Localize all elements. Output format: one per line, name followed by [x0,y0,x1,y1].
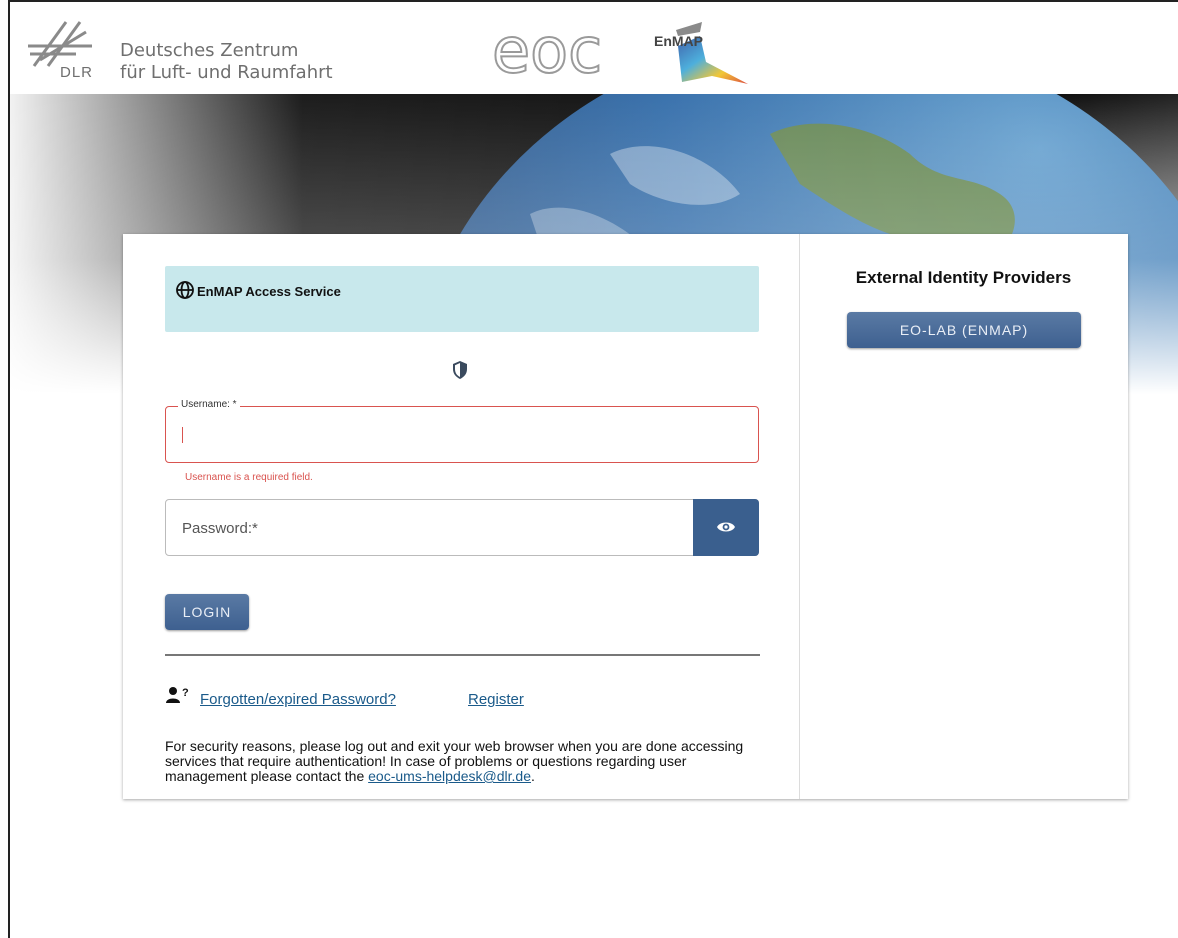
user-question-icon: ? [166,687,189,703]
security-notice-end: . [531,768,535,784]
dlr-organization-name: Deutsches Zentrum für Luft- und Raumfahr… [120,40,333,84]
section-divider [165,654,760,656]
register-link[interactable]: Register [468,691,524,708]
eoc-logo-icon: eoc [492,18,603,88]
toggle-password-visibility-button[interactable] [693,499,759,556]
enmap-logo-icon: EnMAP [654,22,748,84]
dlr-name-line1: Deutsches Zentrum [120,40,299,61]
password-label: Password:* [182,520,258,537]
globe-icon [176,281,194,299]
service-title: EnMAP Access Service [197,284,341,299]
dlr-abbreviation: DLR [60,64,94,81]
service-banner: EnMAP Access Service [165,266,759,332]
svg-text:EnMAP: EnMAP [654,33,703,49]
username-error-message: Username is a required field. [185,472,313,483]
password-field[interactable]: Password:* [165,499,759,556]
card-divider [799,234,800,799]
external-providers-title: External Identity Providers [855,268,1072,287]
shield-icon [453,361,467,379]
text-cursor [182,427,183,443]
login-card: EnMAP Access Service Username: * Usernam… [123,234,1128,799]
dlr-name-line2: für Luft- und Raumfahrt [120,62,333,83]
login-button[interactable]: LOGIN [165,594,249,630]
svg-text:?: ? [182,687,189,699]
security-notice: For security reasons, please log out and… [165,739,745,784]
username-field[interactable]: Username: * [165,399,759,463]
eye-icon [717,522,735,532]
header: DLR Deutsches Zentrum für Luft- und Raum… [10,2,1178,94]
username-label: Username: * [178,399,240,410]
page-frame: DLR Deutsches Zentrum für Luft- und Raum… [8,0,1178,938]
helpdesk-email-link[interactable]: eoc-ums-helpdesk@dlr.de [368,768,531,784]
eo-lab-enmap-button[interactable]: EO-LAB (ENMAP) [847,312,1081,348]
forgotten-password-link[interactable]: Forgotten/expired Password? [200,691,396,708]
svg-text:eoc: eoc [492,18,602,87]
